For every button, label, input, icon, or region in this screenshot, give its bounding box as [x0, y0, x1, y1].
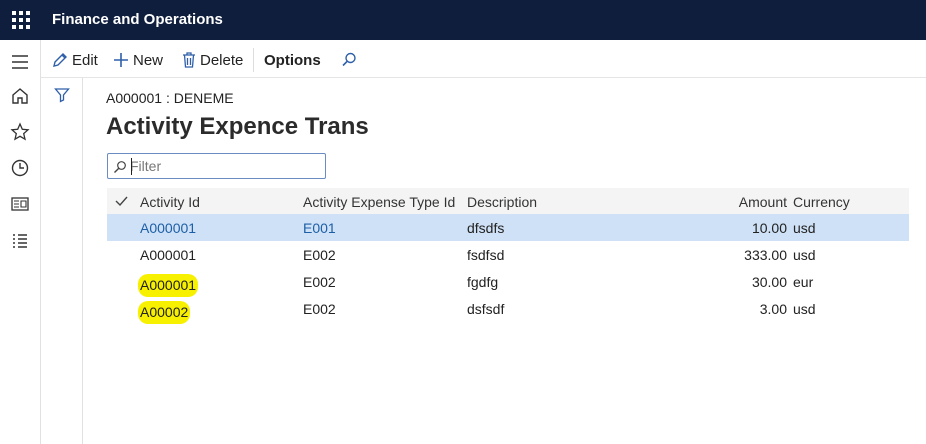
trash-icon [183, 52, 195, 68]
hamburger-icon[interactable] [10, 52, 30, 72]
currency-cell: usd [793, 247, 816, 263]
star-icon[interactable] [10, 122, 30, 142]
activity-id-cell[interactable]: A000001 [140, 247, 196, 263]
navigation-rail [0, 40, 41, 444]
data-grid: Activity Id Activity Expense Type Id Des… [107, 188, 909, 324]
column-header-activity-id[interactable]: Activity Id [140, 194, 200, 210]
home-icon[interactable] [10, 86, 30, 106]
action-pane: Edit New Delete Options [41, 40, 926, 78]
table-row[interactable]: A00002 E002 dsfsdf 3.00 usd [107, 295, 909, 324]
description-cell: dsfsdf [467, 301, 505, 317]
plus-icon [114, 53, 128, 67]
app-title[interactable]: Finance and Operations [52, 11, 223, 28]
page-title: Activity Expence Trans [106, 113, 369, 140]
divider [253, 48, 254, 72]
list-icon[interactable] [10, 231, 30, 251]
expense-type-cell[interactable]: E002 [303, 301, 336, 317]
search-button[interactable] [340, 50, 361, 70]
currency-cell: usd [793, 220, 816, 236]
filter-pane-rail [41, 78, 83, 444]
column-header-expense-type-id[interactable]: Activity Expense Type Id [303, 194, 455, 210]
edit-label: Edit [72, 51, 98, 69]
amount-cell: 10.00 [751, 220, 787, 236]
top-bar: Finance and Operations [0, 0, 926, 40]
expense-type-cell[interactable]: E001 [303, 220, 336, 236]
clock-icon[interactable] [10, 158, 30, 178]
column-header-currency[interactable]: Currency [793, 194, 850, 210]
activity-id-cell[interactable]: A000001 [138, 274, 199, 297]
description-cell: fgdfg [467, 274, 499, 290]
text-caret [131, 158, 132, 175]
description-cell: dfsdfs [467, 220, 505, 236]
filter-icon[interactable] [54, 87, 70, 108]
breadcrumb: A000001 : DENEME [106, 90, 234, 106]
table-row[interactable]: A000001 E002 fsdfsd 333.00 usd [107, 241, 909, 268]
search-icon [114, 161, 126, 173]
expense-type-cell[interactable]: E002 [303, 247, 336, 263]
delete-label: Delete [200, 51, 244, 69]
grid-header: Activity Id Activity Expense Type Id Des… [107, 188, 909, 214]
app-launcher-icon[interactable] [12, 11, 30, 29]
new-button[interactable]: New [112, 50, 163, 70]
edit-button[interactable]: Edit [51, 50, 98, 70]
search-icon [342, 52, 356, 67]
amount-cell: 30.00 [751, 274, 787, 290]
filter-input[interactable] [130, 156, 320, 176]
column-header-description[interactable]: Description [467, 194, 537, 210]
options-label: Options [264, 51, 321, 69]
options-button[interactable]: Options [264, 50, 321, 70]
column-header-amount[interactable]: Amount [739, 194, 787, 210]
delete-button[interactable]: Delete [181, 50, 243, 70]
activity-id-cell[interactable]: A00002 [138, 301, 191, 324]
table-row[interactable]: A000001 E001 dfsdfs 10.00 usd [107, 214, 909, 241]
currency-cell: eur [793, 274, 814, 290]
description-cell: fsdfsd [467, 247, 505, 263]
new-label: New [133, 51, 164, 69]
amount-cell: 333.00 [744, 247, 787, 263]
amount-cell: 3.00 [759, 301, 787, 317]
expense-type-cell[interactable]: E002 [303, 274, 336, 290]
activity-id-cell[interactable]: A000001 [140, 220, 196, 236]
currency-cell: usd [793, 301, 816, 317]
pencil-icon [53, 53, 67, 67]
select-all-checkmark-icon[interactable] [115, 194, 128, 210]
filter-input-box[interactable] [107, 153, 326, 179]
workspace-icon[interactable] [10, 194, 30, 214]
table-row[interactable]: A000001 E002 fgdfg 30.00 eur [107, 268, 909, 297]
